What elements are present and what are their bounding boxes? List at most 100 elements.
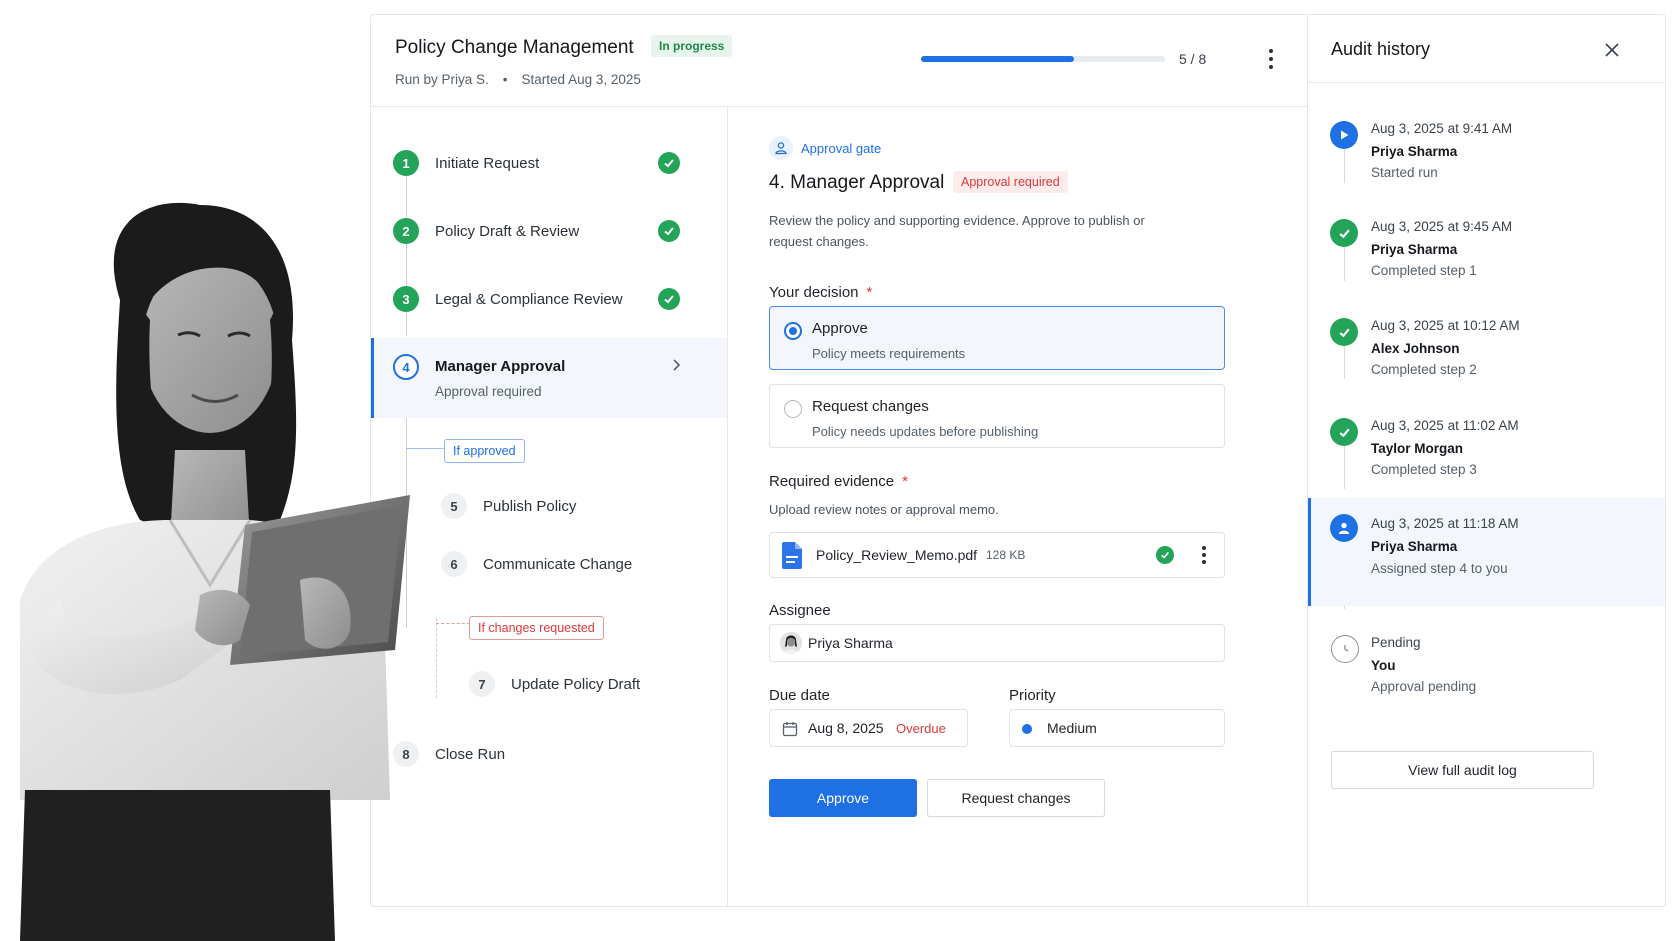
assignee-field[interactable]: Priya Sharma <box>769 624 1225 662</box>
step-connector-line <box>406 176 407 336</box>
approval-required-badge: Approval required <box>953 171 1068 193</box>
check-icon <box>1330 318 1358 346</box>
step-number: 8 <box>393 741 419 767</box>
changes-connector-line <box>436 618 437 698</box>
approve-option[interactable]: Approve Policy meets requirements <box>769 306 1225 370</box>
evidence-hint: Upload review notes or approval memo. <box>769 502 999 517</box>
event-time: Aug 3, 2025 at 11:02 AM <box>1371 418 1519 433</box>
audit-event: Aug 3, 2025 at 9:41 AM Priya Sharma Star… <box>1308 107 1665 197</box>
step-5[interactable]: 5 Publish Policy <box>441 493 576 519</box>
close-icon[interactable] <box>1603 41 1621 59</box>
approve-radio[interactable] <box>784 322 802 340</box>
run-progress-bar <box>921 56 1165 62</box>
approval-gate-label: Approval gate <box>769 136 881 160</box>
changes-branch-line <box>436 623 470 624</box>
progress-fill <box>921 56 1074 62</box>
run-by-text: Run by Priya S. <box>395 72 489 87</box>
evidence-label: Required evidence * <box>769 473 908 490</box>
priority-select[interactable]: Medium <box>1009 709 1225 747</box>
priority-label: Priority <box>1009 687 1056 704</box>
chevron-right-icon <box>673 359 681 371</box>
step-4[interactable]: 4 <box>393 354 419 380</box>
approval-form: Approval gate 4. Manager Approval Approv… <box>729 108 1307 906</box>
avatar <box>780 632 802 654</box>
due-date-field[interactable]: Aug 8, 2025 Overdue <box>769 709 968 747</box>
audit-event-current: Aug 3, 2025 at 11:18 AM Priya Sharma Ass… <box>1308 498 1665 606</box>
assignee-name: Priya Sharma <box>808 635 893 651</box>
step-number: 4 <box>393 354 419 380</box>
step-7[interactable]: 7 Update Policy Draft <box>469 671 640 697</box>
workflow-run-card: Policy Change Management In progress Run… <box>370 14 1666 907</box>
step-label: Update Policy Draft <box>511 675 641 693</box>
assignee-label: Assignee <box>769 602 831 619</box>
step-1[interactable]: 1 Initiate Request <box>393 150 539 176</box>
event-action: Assigned step 4 to you <box>1371 561 1508 576</box>
approve-button[interactable]: Approve <box>769 779 917 817</box>
request-changes-option[interactable]: Request changes Policy needs updates bef… <box>769 384 1225 448</box>
check-icon <box>1330 418 1358 446</box>
view-full-audit-log-button[interactable]: View full audit log <box>1331 751 1594 789</box>
event-user: Taylor Morgan <box>1371 441 1464 456</box>
document-icon <box>782 542 802 569</box>
option-description: Policy needs updates before publishing <box>812 424 1039 439</box>
progress-count: 5 / 8 <box>1179 51 1207 67</box>
priority-value: Medium <box>1047 720 1097 736</box>
step-label: Legal & Compliance Review <box>435 290 623 308</box>
event-time: Aug 3, 2025 at 11:18 AM <box>1371 516 1519 531</box>
step-3[interactable]: 3 Legal & Compliance Review <box>393 286 623 312</box>
check-icon <box>658 288 680 310</box>
step-label: Close Run <box>435 745 506 763</box>
audit-event-pending: Pending You Approval pending <box>1308 621 1665 711</box>
check-icon <box>658 152 680 174</box>
step-list: 1 Initiate Request 2 Policy Draft & Revi… <box>371 108 728 906</box>
gate-text: Approval gate <box>801 140 882 156</box>
step-8[interactable]: 8 Close Run <box>393 741 505 767</box>
file-name: Policy_Review_Memo.pdf <box>816 547 978 563</box>
audit-event: Aug 3, 2025 at 10:12 AM Alex Johnson Com… <box>1308 304 1665 394</box>
event-time: Aug 3, 2025 at 9:41 AM <box>1371 121 1513 136</box>
event-action: Approval pending <box>1371 679 1477 694</box>
event-user: Priya Sharma <box>1371 144 1458 159</box>
calendar-icon <box>782 722 798 737</box>
form-description: Review the policy and supporting evidenc… <box>769 213 1145 249</box>
step-number: 2 <box>393 218 419 244</box>
file-more-options-icon[interactable] <box>1194 543 1214 567</box>
event-time: Aug 3, 2025 at 10:12 AM <box>1371 318 1520 333</box>
audit-event: Aug 3, 2025 at 11:02 AM Taylor Morgan Co… <box>1308 404 1665 494</box>
step-number: 3 <box>393 286 419 312</box>
page-title: Policy Change Management <box>395 37 634 58</box>
clock-icon <box>1331 635 1359 663</box>
audit-history-panel: Audit history Aug 3, 2025 at 9:41 AM Pri… <box>1307 15 1665 906</box>
user-icon <box>1330 514 1358 542</box>
audit-event: Aug 3, 2025 at 9:45 AM Priya Sharma Comp… <box>1308 205 1665 295</box>
meta-separator: • <box>502 72 508 87</box>
form-title: 4. Manager Approval <box>769 172 945 193</box>
event-action: Started run <box>1371 165 1438 180</box>
audit-title: Audit history <box>1331 39 1431 59</box>
step-label: Initiate Request <box>435 154 540 172</box>
priority-dot-icon <box>1022 724 1032 734</box>
step-2[interactable]: 2 Policy Draft & Review <box>393 218 579 244</box>
uploaded-file[interactable]: Policy_Review_Memo.pdf 128 KB <box>769 532 1225 578</box>
overdue-badge: Overdue <box>896 721 946 736</box>
audit-header: Audit history <box>1308 15 1665 83</box>
event-action: Completed step 2 <box>1371 362 1477 377</box>
option-title: Approve <box>812 320 868 337</box>
step-4-active-row[interactable] <box>371 338 727 418</box>
request-changes-radio[interactable] <box>784 400 802 418</box>
due-date-label: Due date <box>769 687 830 704</box>
option-description: Policy meets requirements <box>812 346 966 361</box>
step-6[interactable]: 6 Communicate Change <box>441 551 632 577</box>
approved-branch-line <box>406 448 446 449</box>
more-options-icon[interactable] <box>1261 46 1281 72</box>
play-icon <box>1330 121 1358 149</box>
status-badge: In progress <box>651 35 733 57</box>
file-size: 128 KB <box>986 548 1026 562</box>
run-meta: Run by Priya S. • Started Aug 3, 2025 <box>395 72 641 87</box>
event-action: Completed step 3 <box>1371 462 1477 477</box>
event-time: Aug 3, 2025 at 9:45 AM <box>1371 219 1513 234</box>
request-changes-button[interactable]: Request changes <box>927 779 1105 817</box>
step-label: Publish Policy <box>483 497 577 515</box>
check-icon <box>658 220 680 242</box>
decision-label: Your decision * <box>769 284 873 301</box>
